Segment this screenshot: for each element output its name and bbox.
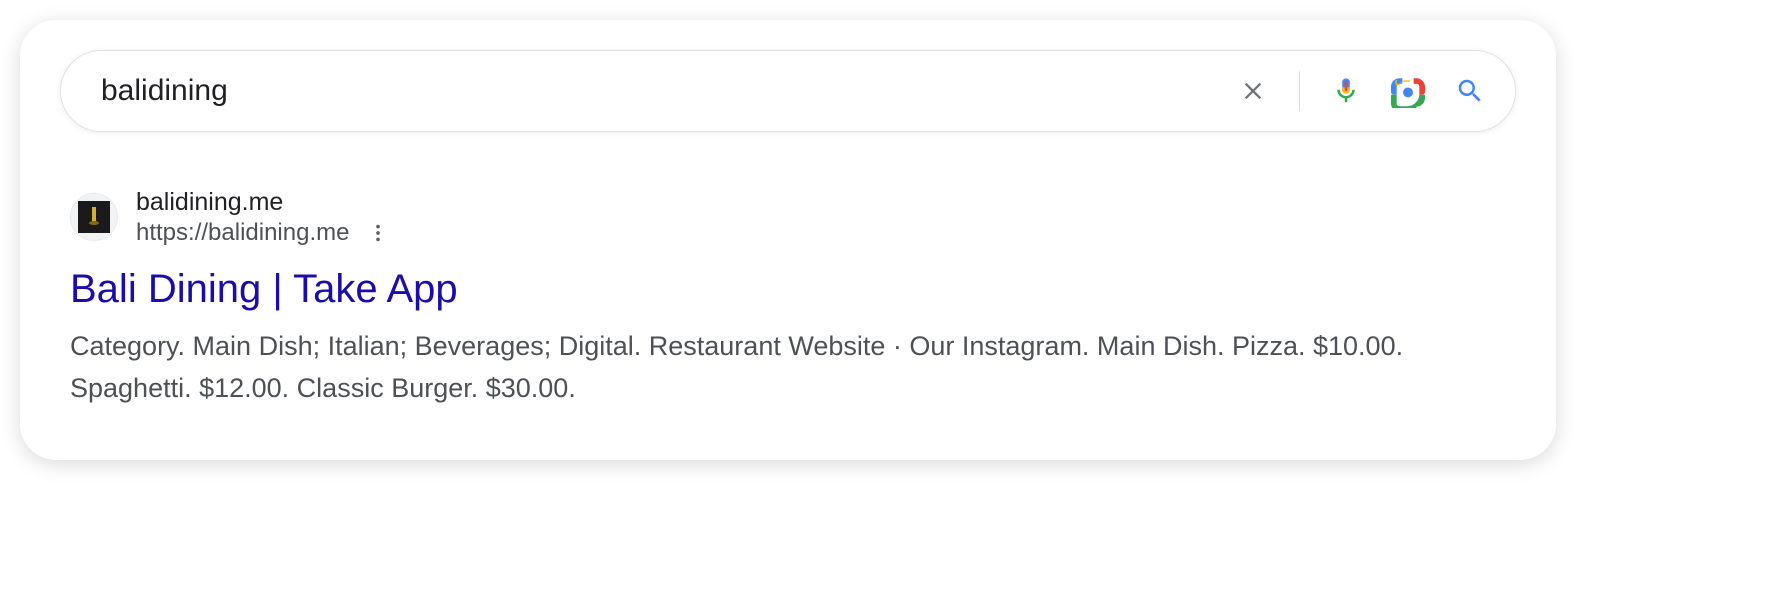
result-snippet: Category. Main Dish; Italian; Beverages;… [70, 326, 1470, 410]
site-url-row: https://balidining.me [136, 219, 389, 247]
result-title-link[interactable]: Bali Dining | Take App [70, 267, 1516, 312]
clear-icon[interactable] [1233, 71, 1273, 111]
more-options-icon[interactable] [367, 222, 389, 244]
voice-search-icon[interactable] [1326, 71, 1366, 111]
search-icons [1233, 71, 1490, 111]
divider [1299, 71, 1300, 111]
search-icon[interactable] [1450, 71, 1490, 111]
search-bar [60, 50, 1516, 132]
image-search-icon[interactable] [1388, 71, 1428, 111]
search-input[interactable] [101, 74, 1233, 108]
site-url[interactable]: https://balidining.me [136, 219, 349, 247]
site-info: balidining.me https://balidining.me [136, 187, 389, 247]
result-header: balidining.me https://balidining.me [70, 187, 1516, 247]
site-name: balidining.me [136, 187, 389, 217]
site-favicon[interactable] [70, 193, 118, 241]
search-result: balidining.me https://balidining.me Bali… [60, 187, 1516, 410]
search-result-card: balidining.me https://balidining.me Bali… [20, 20, 1556, 460]
